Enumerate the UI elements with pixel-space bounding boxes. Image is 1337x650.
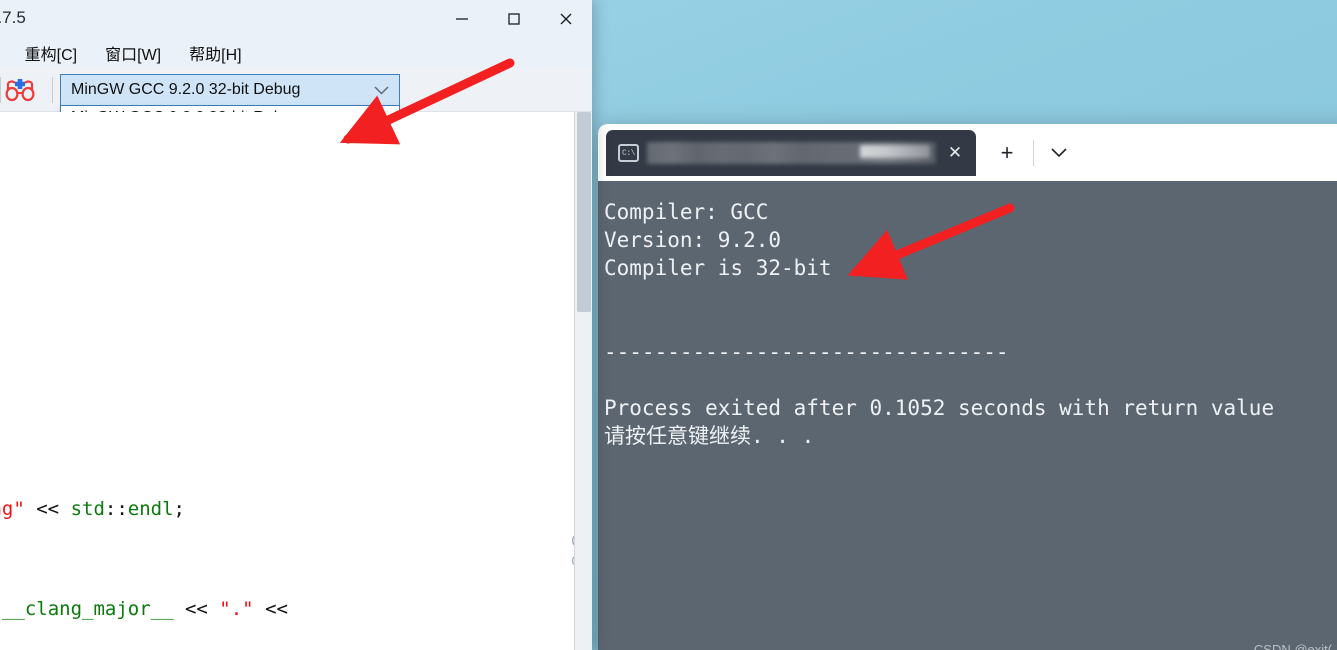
ide-title-bar: 6.7.5 xyxy=(0,0,592,38)
code-content: << "Compiler: Clang" << std::endl; << "V… xyxy=(0,112,299,650)
terminal-line: . xyxy=(604,284,617,308)
terminal-tab[interactable]: C:\ ✕ xyxy=(606,130,976,176)
editor-vertical-scrollbar[interactable] xyxy=(574,112,592,650)
glasses-plus-icon[interactable] xyxy=(2,76,38,104)
ide-window: 6.7.5 工具[T] 重构[C] 窗口[W] 帮助[H] xyxy=(0,0,592,650)
menu-item-window[interactable]: 窗口[W] xyxy=(91,41,175,65)
toolbar-separator xyxy=(0,77,1,103)
maximize-button[interactable] xyxy=(488,0,540,38)
code-line: << "Version: " << __clang_major__ << "."… xyxy=(1,598,300,620)
ide-window-title: 6.7.5 xyxy=(0,8,26,27)
compiler-combo-value: MinGW GCC 9.2.0 32-bit Debug xyxy=(71,81,301,98)
menu-item-tools[interactable]: 工具[T] xyxy=(0,41,11,65)
screen-root: C:\ ✕ + Compiler: GCC Version: 9.2.0 Com… xyxy=(0,0,1337,650)
terminal-tab-bar: C:\ ✕ + xyxy=(598,124,1337,181)
compiler-combo-field[interactable]: MinGW GCC 9.2.0 32-bit Debug xyxy=(60,74,400,106)
terminal-line: . xyxy=(604,368,617,392)
terminal-tabbar-divider xyxy=(1033,140,1034,166)
terminal-line: . xyxy=(604,312,617,336)
terminal-line: Compiler: GCC xyxy=(604,200,769,224)
code-line: << "Compiler: Clang" << std::endl; xyxy=(0,497,185,520)
terminal-line: Process exited after 0.1052 seconds with… xyxy=(604,396,1275,420)
code-editor[interactable]: << "Compiler: Clang" << std::endl; << "V… xyxy=(0,112,592,650)
terminal-window: C:\ ✕ + Compiler: GCC Version: 9.2.0 Com… xyxy=(598,124,1337,650)
close-button[interactable] xyxy=(540,0,592,38)
ide-menu-bar: 工具[T] 重构[C] 窗口[W] 帮助[H] xyxy=(0,38,592,68)
terminal-tab-close-icon[interactable]: ✕ xyxy=(942,140,968,166)
menu-item-help[interactable]: 帮助[H] xyxy=(175,41,255,65)
terminal-dropdown-chevron-icon[interactable] xyxy=(1042,141,1076,167)
terminal-line: 请按任意键继续. . . xyxy=(604,424,815,448)
terminal-new-tab-button[interactable]: + xyxy=(990,139,1024,167)
menu-item-refactor[interactable]: 重构[C] xyxy=(11,41,91,65)
terminal-line: Version: 9.2.0 xyxy=(604,228,782,252)
toolbar-separator-2 xyxy=(52,77,53,103)
minimize-button[interactable] xyxy=(436,0,488,38)
ide-toolbar: MinGW GCC 9.2.0 32-bit Debug MinGW GCC 9… xyxy=(0,68,592,251)
window-controls xyxy=(436,0,592,38)
terminal-line: -------------------------------- xyxy=(604,340,1009,364)
terminal-tab-title-redacted xyxy=(647,142,936,164)
terminal-output[interactable]: Compiler: GCC Version: 9.2.0 Compiler is… xyxy=(598,181,1337,650)
csdn-watermark: CSDN @exit(-1) xyxy=(1253,642,1337,650)
editor-scrollbar-thumb[interactable] xyxy=(577,112,591,312)
cmd-console-icon: C:\ xyxy=(618,144,639,162)
chevron-down-icon[interactable] xyxy=(368,83,389,98)
terminal-line: Compiler is 32-bit xyxy=(604,256,832,280)
